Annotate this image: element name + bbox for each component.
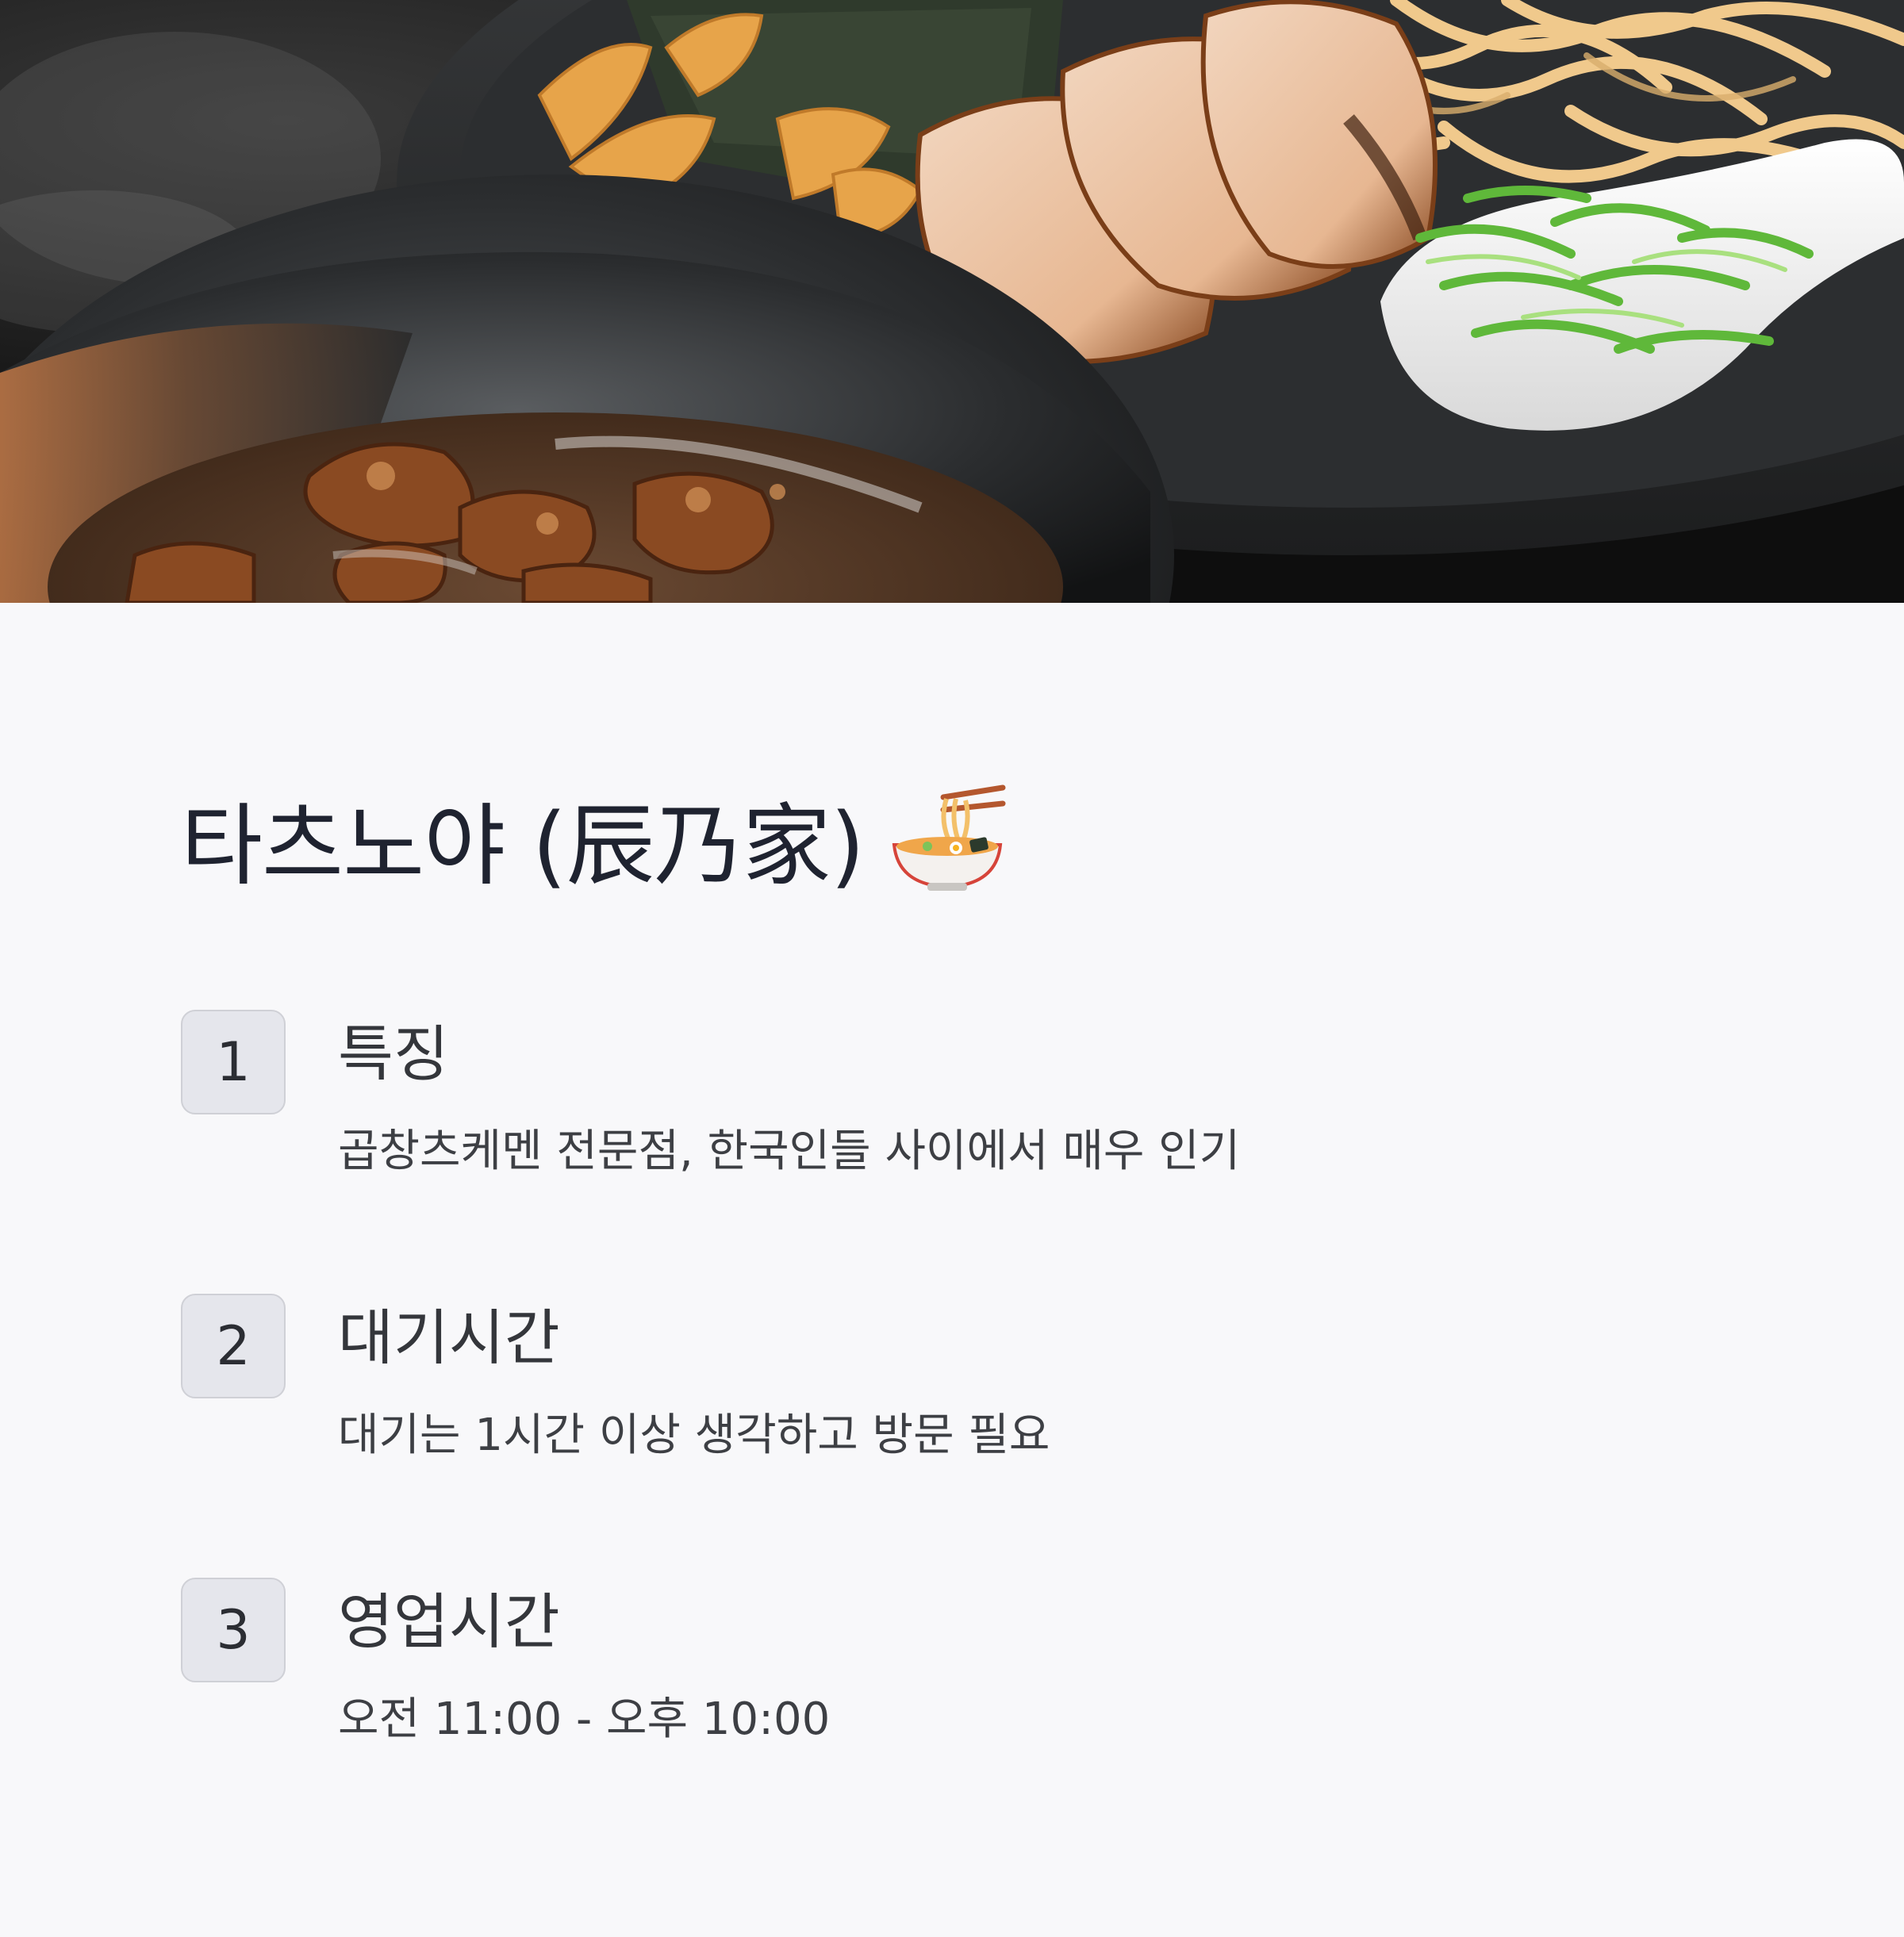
item-description: 곱창츠케멘 전문점, 한국인들 사이에서 매우 인기 bbox=[338, 1126, 1241, 1177]
item-description: 오전 11:00 - 오후 10:00 bbox=[338, 1693, 831, 1745]
item-heading: 대기시간 bbox=[338, 1302, 560, 1373]
business-hours-item: 3 영업시간 오전 11:00 - 오후 10:00 bbox=[181, 1578, 1688, 1784]
page-title-text: 타츠노야 (辰乃家) bbox=[181, 795, 865, 898]
feature-item: 1 특징 곱창츠케멘 전문점, 한국인들 사이에서 매우 인기 bbox=[181, 1010, 1688, 1216]
page-title: 타츠노야 (辰乃家) bbox=[181, 779, 1007, 898]
item-number-badge: 1 bbox=[181, 1010, 286, 1114]
hero-food-image bbox=[0, 0, 1904, 603]
item-description: 대기는 1시간 이상 생각하고 방문 필요 bbox=[338, 1410, 1050, 1461]
ramen-bowl-icon bbox=[888, 783, 1007, 894]
item-number-badge: 2 bbox=[181, 1294, 286, 1398]
item-heading: 특징 bbox=[338, 1018, 449, 1089]
wait-time-item: 2 대기시간 대기는 1시간 이상 생각하고 방문 필요 bbox=[181, 1294, 1688, 1500]
item-heading: 영업시간 bbox=[338, 1586, 560, 1657]
item-number-badge: 3 bbox=[181, 1578, 286, 1682]
